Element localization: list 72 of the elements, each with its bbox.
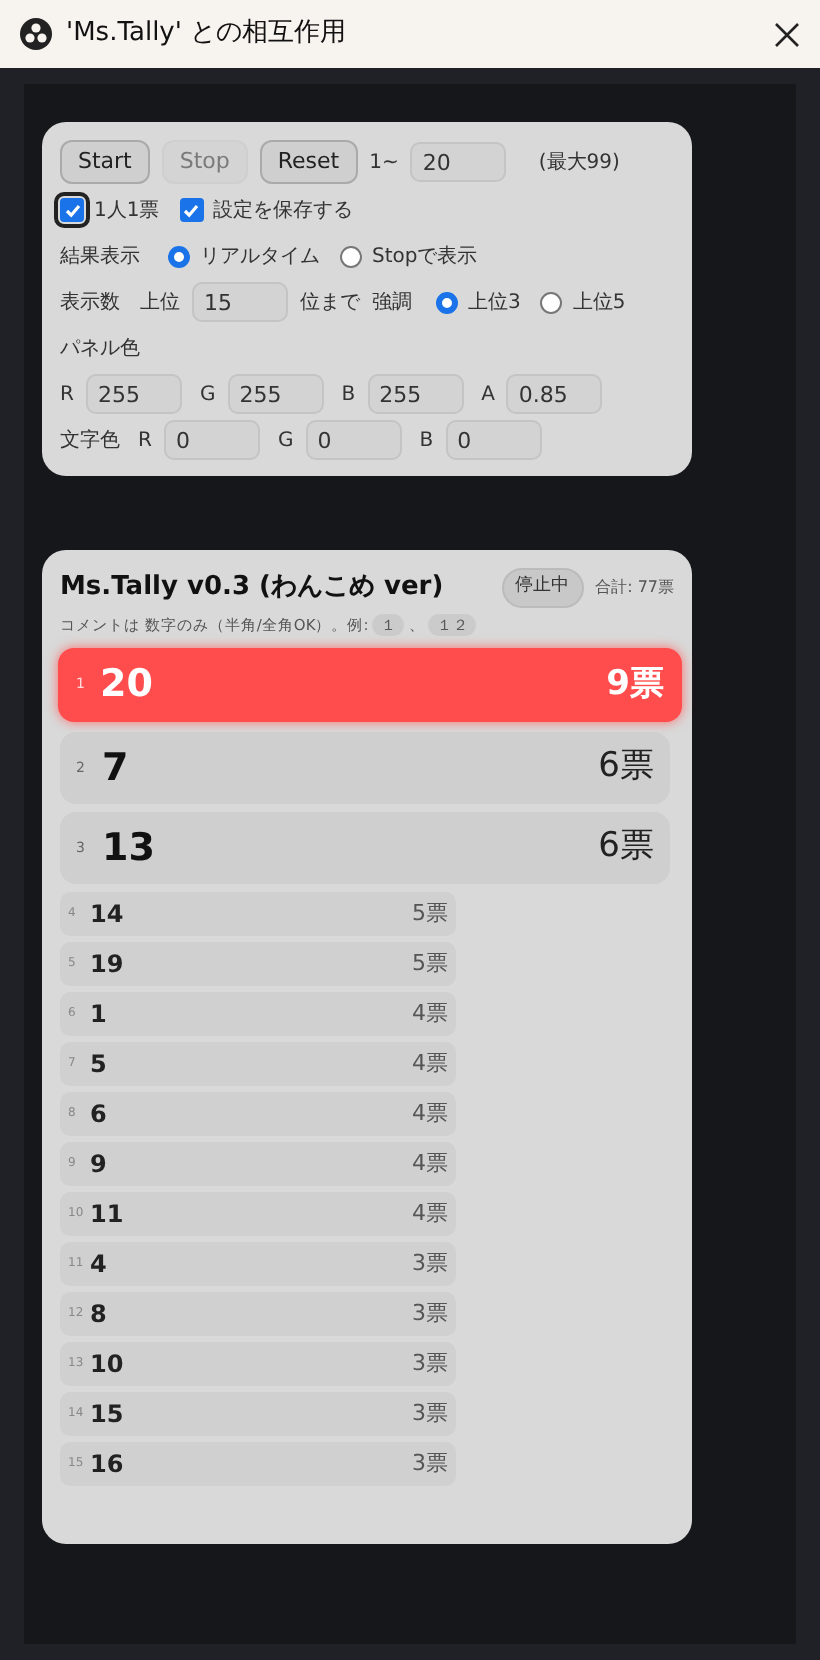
- option-label: 8: [90, 1297, 109, 1332]
- status-badge: 停止中: [501, 568, 584, 607]
- field-label: B: [341, 381, 356, 409]
- option-label: 20: [100, 660, 155, 710]
- field-label: 強調: [372, 289, 412, 317]
- input-field[interactable]: 0: [445, 420, 542, 460]
- input-field[interactable]: 0: [163, 420, 260, 460]
- vote-count: 5票: [412, 897, 448, 929]
- vote-count: 3票: [412, 1297, 448, 1329]
- radio-button[interactable]: [340, 245, 362, 267]
- vote-count: 4票: [412, 1097, 448, 1129]
- vote-count: 5票: [412, 947, 448, 979]
- radio-label: Stopで表示: [372, 243, 478, 271]
- input-field[interactable]: 0: [305, 420, 402, 460]
- input-field[interactable]: 20: [410, 142, 507, 182]
- option-label: 9: [90, 1147, 109, 1182]
- radio-button[interactable]: [436, 291, 458, 313]
- vote-count: 6票: [598, 744, 654, 790]
- option-label: 16: [90, 1447, 126, 1482]
- option-label: 1: [90, 997, 109, 1032]
- field-label: R: [60, 381, 74, 409]
- panel-title: Ms.Tally v0.3 (わんこめ ver): [60, 570, 446, 606]
- radio-label: 上位3: [468, 289, 521, 317]
- input-field[interactable]: 0.85: [506, 374, 603, 414]
- field-label: 位まで: [300, 289, 360, 317]
- total-count: 合計: 77票: [595, 575, 674, 600]
- option-label: 10: [90, 1347, 126, 1382]
- app-logo-icon: [20, 18, 52, 50]
- vote-count: 9票: [606, 661, 664, 707]
- field-label: G: [199, 381, 216, 409]
- radio-label: リアルタイム: [200, 243, 320, 271]
- button[interactable]: Reset: [259, 140, 358, 184]
- range-label: 1~: [369, 149, 399, 177]
- field-label: 文字色: [60, 427, 120, 455]
- vote-count: 4票: [412, 1197, 448, 1229]
- option-label: 11: [90, 1197, 126, 1232]
- input-field[interactable]: 255: [227, 374, 324, 414]
- vote-count: 4票: [412, 997, 448, 1029]
- radio-label: 上位5: [572, 289, 626, 317]
- option-label: 6: [90, 1097, 109, 1132]
- input-field[interactable]: 255: [367, 374, 464, 414]
- vote-count: 3票: [412, 1247, 448, 1279]
- option-label: 4: [90, 1247, 109, 1282]
- field-label: A: [481, 381, 495, 409]
- option-label: 19: [90, 947, 126, 982]
- vote-count: 3票: [412, 1347, 448, 1379]
- checkbox[interactable]: [179, 198, 204, 222]
- vote-count: 3票: [412, 1447, 448, 1479]
- checkbox[interactable]: [60, 198, 84, 222]
- field-label: 上位: [140, 289, 180, 317]
- vote-count: 6票: [598, 824, 654, 870]
- input-field[interactable]: 255: [85, 374, 182, 414]
- vote-count: 3票: [412, 1397, 448, 1429]
- option-label: 7: [102, 743, 131, 793]
- vote-count: 4票: [412, 1147, 448, 1179]
- checkbox-label: 設定を保存する: [213, 197, 354, 225]
- button[interactable]: Start: [60, 140, 150, 184]
- field-label: 表示数: [60, 289, 120, 317]
- close-icon[interactable]: [774, 21, 800, 47]
- radio-button[interactable]: [540, 291, 563, 313]
- checkbox-label: 1人1票: [94, 197, 160, 225]
- vote-count: 4票: [412, 1047, 448, 1079]
- range-note: (最大99): [538, 149, 620, 177]
- window-title: 'Ms.Tally' との相互作用: [66, 16, 349, 53]
- input-field[interactable]: 15: [192, 282, 288, 322]
- radio-button[interactable]: [168, 245, 190, 267]
- field-label: パネル色: [60, 335, 140, 363]
- option-label: 5: [90, 1047, 109, 1082]
- option-label: 15: [90, 1397, 126, 1432]
- option-label: 14: [90, 897, 126, 932]
- field-label: 結果表示: [60, 243, 140, 271]
- option-label: 13: [102, 823, 157, 873]
